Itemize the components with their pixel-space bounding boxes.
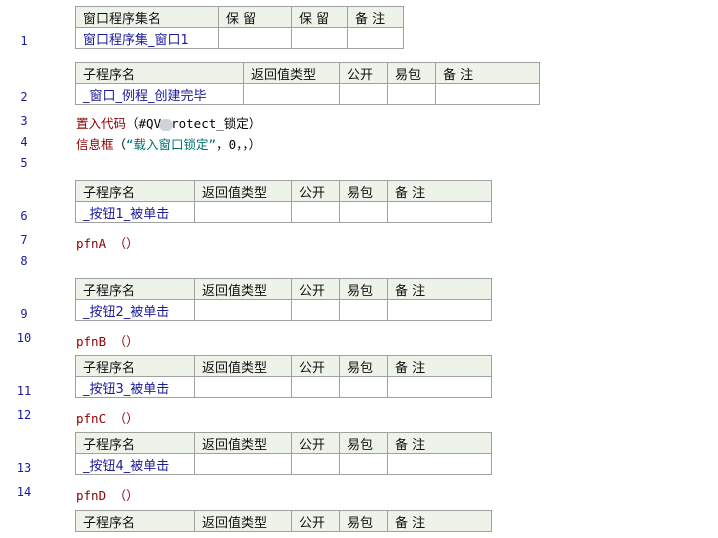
header-cell: 保 留 xyxy=(218,6,292,28)
public-cell[interactable] xyxy=(291,453,340,475)
subroutine-table: 子程序名 返回值类型 公开 易包 备 注 xyxy=(75,510,492,532)
subroutine-table: 子程序名 返回值类型 公开 易包 备 注 _按钮3_被单击 xyxy=(75,355,492,398)
header-cell: 备 注 xyxy=(387,432,492,454)
header-cell: 公开 xyxy=(291,510,340,532)
code-line-7[interactable]: pfnA （） xyxy=(76,233,139,252)
code-args-start: （#QV xyxy=(126,116,162,131)
header-cell: 易包 xyxy=(387,62,436,84)
header-cell: 备 注 xyxy=(387,355,492,377)
header-cell: 窗口程序集名 xyxy=(75,6,219,28)
header-cell: 公开 xyxy=(291,180,340,202)
line-number: 5 xyxy=(20,156,28,170)
header-cell: 备 注 xyxy=(347,6,404,28)
header-cell: 返回值类型 xyxy=(243,62,340,84)
header-cell: 子程序名 xyxy=(75,510,195,532)
easy-pack-cell[interactable] xyxy=(339,376,388,398)
return-type-cell[interactable] xyxy=(194,201,292,223)
remark-cell[interactable] xyxy=(347,27,404,49)
line-number: 4 xyxy=(20,135,28,149)
header-cell: 公开 xyxy=(291,278,340,300)
string-literal: “载入窗口锁定” xyxy=(126,137,217,152)
subroutine-table: 子程序名 返回值类型 公开 易包 备 注 _按钮1_被单击 xyxy=(75,180,492,223)
subroutine-name[interactable]: _窗口_例程_创建完毕 xyxy=(75,83,244,105)
public-cell[interactable] xyxy=(291,376,340,398)
code-paren: （ xyxy=(113,137,127,152)
return-type-cell[interactable] xyxy=(243,83,340,105)
line-number: 11 xyxy=(16,384,32,398)
header-cell: 子程序名 xyxy=(75,432,195,454)
line-number: 13 xyxy=(16,461,32,475)
return-type-cell[interactable] xyxy=(194,453,292,475)
header-cell: 返回值类型 xyxy=(194,355,292,377)
line-number: 6 xyxy=(20,209,28,223)
code-line-4[interactable]: 信息框（“载入窗口锁定”，0，，） xyxy=(76,134,261,153)
command-keyword: 信息框 xyxy=(76,137,114,152)
reserved-cell[interactable] xyxy=(218,27,292,49)
header-cell: 子程序名 xyxy=(75,62,244,84)
header-cell: 子程序名 xyxy=(75,278,195,300)
header-cell: 备 注 xyxy=(435,62,540,84)
subroutine-table: 子程序名 返回值类型 公开 易包 备 注 _按钮4_被单击 xyxy=(75,432,492,475)
header-cell: 易包 xyxy=(339,278,388,300)
header-cell: 保 留 xyxy=(291,6,348,28)
program-set-table: 窗口程序集名 保 留 保 留 备 注 窗口程序集_窗口1 xyxy=(75,6,404,49)
line-number: 3 xyxy=(20,114,28,128)
easy-pack-cell[interactable] xyxy=(339,299,388,321)
reserved-cell[interactable] xyxy=(291,27,348,49)
easy-pack-cell[interactable] xyxy=(339,201,388,223)
subroutine-table: 子程序名 返回值类型 公开 易包 备 注 _按钮2_被单击 xyxy=(75,278,492,321)
program-set-name[interactable]: 窗口程序集_窗口1 xyxy=(75,27,219,49)
subroutine-name[interactable]: _按钮2_被单击 xyxy=(75,299,195,321)
code-line-3[interactable]: 置入代码（#QV rotect_锁定） xyxy=(76,113,261,132)
code-args-rest: rotect_锁定） xyxy=(171,116,262,131)
line-number: 14 xyxy=(16,485,32,499)
header-cell: 返回值类型 xyxy=(194,432,292,454)
code-args-rest: ，0，，） xyxy=(216,137,262,152)
header-cell: 返回值类型 xyxy=(194,510,292,532)
subroutine-name[interactable]: _按钮1_被单击 xyxy=(75,201,195,223)
header-cell: 公开 xyxy=(291,432,340,454)
code-line-12[interactable]: pfnC （） xyxy=(76,408,139,427)
header-cell: 备 注 xyxy=(387,180,492,202)
public-cell[interactable] xyxy=(339,83,388,105)
public-cell[interactable] xyxy=(291,201,340,223)
subroutine-name[interactable]: _按钮4_被单击 xyxy=(75,453,195,475)
easy-pack-cell[interactable] xyxy=(339,453,388,475)
return-type-cell[interactable] xyxy=(194,299,292,321)
line-number: 2 xyxy=(20,90,28,104)
line-number: 9 xyxy=(20,307,28,321)
command-keyword: 置入代码 xyxy=(76,116,127,131)
header-cell: 易包 xyxy=(339,180,388,202)
subroutine-name[interactable]: _按钮3_被单击 xyxy=(75,376,195,398)
remark-cell[interactable] xyxy=(435,83,540,105)
header-cell: 子程序名 xyxy=(75,180,195,202)
header-cell: 备 注 xyxy=(387,278,492,300)
header-cell: 备 注 xyxy=(387,510,492,532)
header-cell: 返回值类型 xyxy=(194,278,292,300)
header-cell: 公开 xyxy=(291,355,340,377)
remark-cell[interactable] xyxy=(387,453,492,475)
remark-cell[interactable] xyxy=(387,376,492,398)
header-cell: 公开 xyxy=(339,62,388,84)
easy-pack-cell[interactable] xyxy=(387,83,436,105)
code-line-14[interactable]: pfnD （） xyxy=(76,485,139,504)
line-number: 12 xyxy=(16,408,32,422)
header-cell: 返回值类型 xyxy=(194,180,292,202)
public-cell[interactable] xyxy=(291,299,340,321)
remark-cell[interactable] xyxy=(387,299,492,321)
line-number: 8 xyxy=(20,254,28,268)
header-cell: 子程序名 xyxy=(75,355,195,377)
line-number: 1 xyxy=(20,34,28,48)
header-cell: 易包 xyxy=(339,355,388,377)
code-line-10[interactable]: pfnB （） xyxy=(76,331,139,350)
remark-cell[interactable] xyxy=(387,201,492,223)
header-cell: 易包 xyxy=(339,510,388,532)
line-number: 10 xyxy=(16,331,32,345)
subroutine-table: 子程序名 返回值类型 公开 易包 备 注 _窗口_例程_创建完毕 xyxy=(75,62,540,105)
return-type-cell[interactable] xyxy=(194,376,292,398)
line-number: 7 xyxy=(20,233,28,247)
header-cell: 易包 xyxy=(339,432,388,454)
